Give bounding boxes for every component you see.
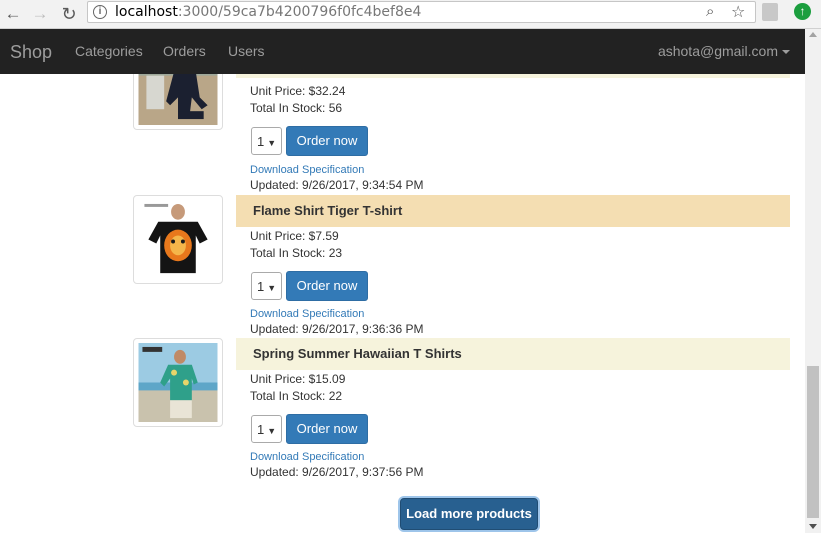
download-spec-link[interactable]: Download Specification [250,308,364,320]
download-spec-link[interactable]: Download Specification [250,451,364,463]
total-stock: Total In Stock: 22 [250,389,343,403]
product-photo [138,74,218,125]
url-path: :3000/59ca7b4200796f0fc4bef8e4 [177,4,422,20]
scroll-thumb[interactable] [807,366,819,518]
chevron-down-icon: ▼ [267,426,277,436]
quantity-value: 1 [257,279,265,294]
updated-time: Updated: 9/26/2017, 9:34:54 PM [250,178,424,192]
order-now-button[interactable]: Order now [286,126,368,156]
quantity-value: 1 [257,134,265,149]
quantity-select[interactable]: 1 ▼ [251,415,282,443]
unit-price: Unit Price: $32.24 [250,84,346,98]
scroll-down-arrow-icon[interactable] [809,524,817,529]
quantity-select[interactable]: 1 ▼ [251,127,282,155]
page-scrollbar[interactable] [805,29,821,533]
user-email: ashota@gmail.com [657,43,778,59]
product-photo [138,343,218,422]
order-now-button[interactable]: Order now [286,271,368,301]
extension-icon[interactable] [762,3,778,21]
reload-icon[interactable]: ↻ [58,3,80,25]
load-more-button[interactable]: Load more products [400,498,538,530]
address-bar[interactable]: i localhost:3000/59ca7b4200796f0fc4bef8e… [87,1,756,23]
nav-orders[interactable]: Orders [163,43,206,59]
url-text: localhost:3000/59ca7b4200796f0fc4bef8e4 [115,4,421,20]
download-spec-link[interactable]: Download Specification [250,164,364,176]
product-title-bar [236,74,790,78]
user-menu-dropdown[interactable]: ashota@gmail.com [658,43,790,59]
brand-link[interactable]: Shop [10,42,52,63]
updated-time: Updated: 9/26/2017, 9:36:36 PM [250,322,424,336]
star-icon[interactable]: ☆ [731,2,745,22]
chevron-down-icon: ▼ [267,138,277,148]
nav-users[interactable]: Users [228,43,265,59]
product-image[interactable] [133,74,223,130]
product-list: Unit Price: $32.24 Total In Stock: 56 1 ▼… [0,74,805,533]
scroll-up-arrow-icon[interactable] [809,32,817,37]
product-title-bar: Flame Shirt Tiger T-shirt [236,195,790,227]
total-stock: Total In Stock: 56 [250,101,343,115]
zoom-icon[interactable]: ⌕ [706,3,714,20]
product-image[interactable] [133,338,223,427]
update-icon[interactable]: ↑ [794,3,811,20]
url-host: localhost [115,4,178,20]
nav-categories[interactable]: Categories [75,43,143,59]
arrow-right-icon[interactable]: → [29,3,51,25]
product-photo [138,200,218,279]
info-icon[interactable]: i [93,5,107,19]
browser-toolbar: ← → ↻ i localhost:3000/59ca7b4200796f0fc… [0,0,821,29]
product-image[interactable] [133,195,223,284]
unit-price: Unit Price: $15.09 [250,372,346,386]
top-navbar: Shop Categories Orders Users ashota@gmai… [0,29,805,74]
quantity-select[interactable]: 1 ▼ [251,272,282,300]
chevron-down-icon: ▼ [267,283,277,293]
product-title-bar: Spring Summer Hawaiian T Shirts [236,338,790,370]
unit-price: Unit Price: $7.59 [250,229,339,243]
caret-down-icon [782,50,790,55]
order-now-button[interactable]: Order now [286,414,368,444]
arrow-left-icon[interactable]: ← [2,3,24,25]
updated-time: Updated: 9/26/2017, 9:37:56 PM [250,465,424,479]
total-stock: Total In Stock: 23 [250,246,343,260]
quantity-value: 1 [257,422,265,437]
